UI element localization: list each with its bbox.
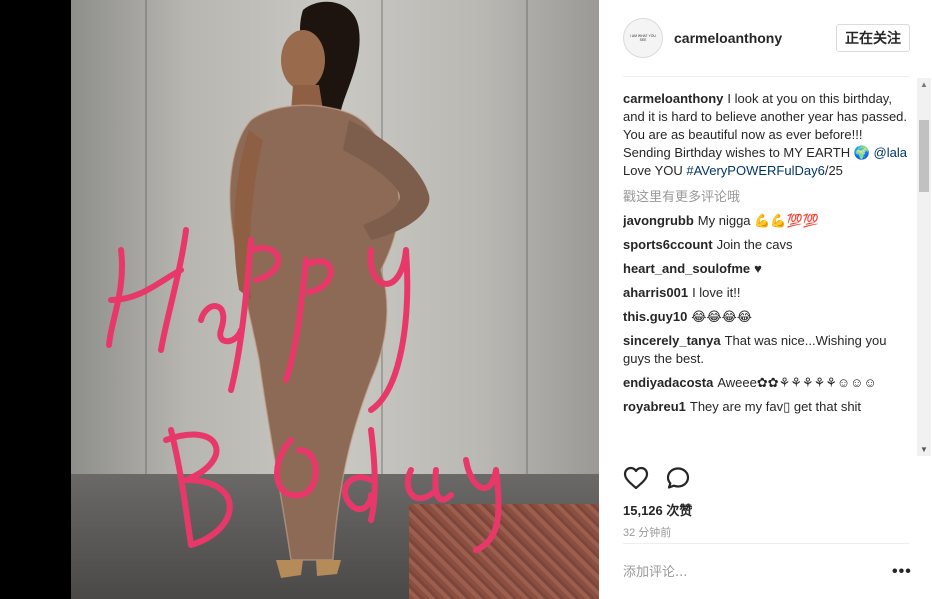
- likes-count[interactable]: 15,126 次赞: [623, 500, 692, 519]
- mention-link[interactable]: @lala: [874, 145, 907, 160]
- load-more-comments[interactable]: 戳这里有更多评论哦: [623, 188, 910, 206]
- photo-scene: [106, 1, 502, 578]
- comment-item: endiyadacosta Aweee✿✿⚘⚘⚘⚘⚘☺☺☺: [623, 374, 910, 392]
- comment-text: I love it!!: [692, 285, 741, 300]
- comment-item: sincerely_tanya That was nice...Wishing y…: [623, 332, 910, 368]
- post-timestamp[interactable]: 32 分钟前: [623, 524, 671, 540]
- caption: carmeloanthony I look at you on this birt…: [623, 90, 910, 180]
- comment-icon[interactable]: [665, 466, 691, 494]
- comment-username[interactable]: sports6ccount: [623, 237, 713, 252]
- post-header: I AM WHAT YOU SEE carmeloanthony 正在关注: [599, 0, 932, 76]
- comment-username[interactable]: aharris001: [623, 285, 688, 300]
- comment-username[interactable]: endiyadacosta: [623, 375, 713, 390]
- add-comment-input[interactable]: [623, 565, 853, 580]
- comment-text: They are my fav▯ get that shit: [689, 399, 862, 414]
- caption-text: Love YOU: [623, 163, 687, 178]
- caption-text: /25: [824, 163, 843, 178]
- comment-text: My nigga 💪💪💯💯: [697, 213, 819, 228]
- comment-item: javongrubb My nigga 💪💪💯💯: [623, 212, 910, 230]
- scroll-down-arrow-icon[interactable]: ▼: [920, 445, 928, 454]
- comment-text: Join the cavs: [716, 237, 793, 252]
- username-link[interactable]: carmeloanthony: [674, 30, 782, 46]
- comments-list[interactable]: carmeloanthony I look at you on this birt…: [623, 90, 910, 452]
- comment-item: this.guy10 😂😂😂😂: [623, 308, 910, 326]
- hashtag-link[interactable]: #AVeryPOWERFulDay6: [686, 163, 824, 178]
- post-sidebar: I AM WHAT YOU SEE carmeloanthony 正在关注 ca…: [599, 0, 932, 599]
- caption-username[interactable]: carmeloanthony: [623, 91, 723, 106]
- following-button[interactable]: 正在关注: [836, 24, 910, 52]
- avatar-text: I AM WHAT YOU SEE: [630, 34, 656, 42]
- comment-text: 😂😂😂😂: [691, 309, 753, 324]
- comment-username[interactable]: javongrubb: [623, 213, 694, 228]
- comment-text: ♥: [754, 261, 762, 276]
- divider: [623, 543, 910, 544]
- comment-username[interactable]: royabreu1: [623, 399, 686, 414]
- scroll-up-arrow-icon[interactable]: ▲: [920, 80, 928, 89]
- more-options-icon[interactable]: •••: [892, 563, 912, 581]
- comment-item: royabreu1 They are my fav▯ get that shit: [623, 398, 910, 416]
- comment-item: aharris001 I love it!!: [623, 284, 910, 302]
- comment-username[interactable]: this.guy10: [623, 309, 687, 324]
- scrollbar-thumb[interactable]: [919, 120, 929, 192]
- comment-text: Aweee✿✿⚘⚘⚘⚘⚘☺☺☺: [717, 375, 877, 390]
- heart-icon[interactable]: [623, 466, 649, 494]
- comments-scrollbar[interactable]: ▲ ▼: [917, 78, 931, 456]
- comment-username[interactable]: sincerely_tanya: [623, 333, 721, 348]
- avatar[interactable]: I AM WHAT YOU SEE: [623, 18, 663, 58]
- divider: [623, 76, 910, 77]
- comment-item: sports6ccount Join the cavs: [623, 236, 910, 254]
- comment-item: heart_and_soulofme ♥: [623, 260, 910, 278]
- comment-username[interactable]: heart_and_soulofme: [623, 261, 750, 276]
- post-viewer: I AM WHAT YOU SEE carmeloanthony 正在关注 ca…: [0, 0, 932, 599]
- post-photo[interactable]: [71, 0, 599, 599]
- post-actions: [623, 466, 691, 494]
